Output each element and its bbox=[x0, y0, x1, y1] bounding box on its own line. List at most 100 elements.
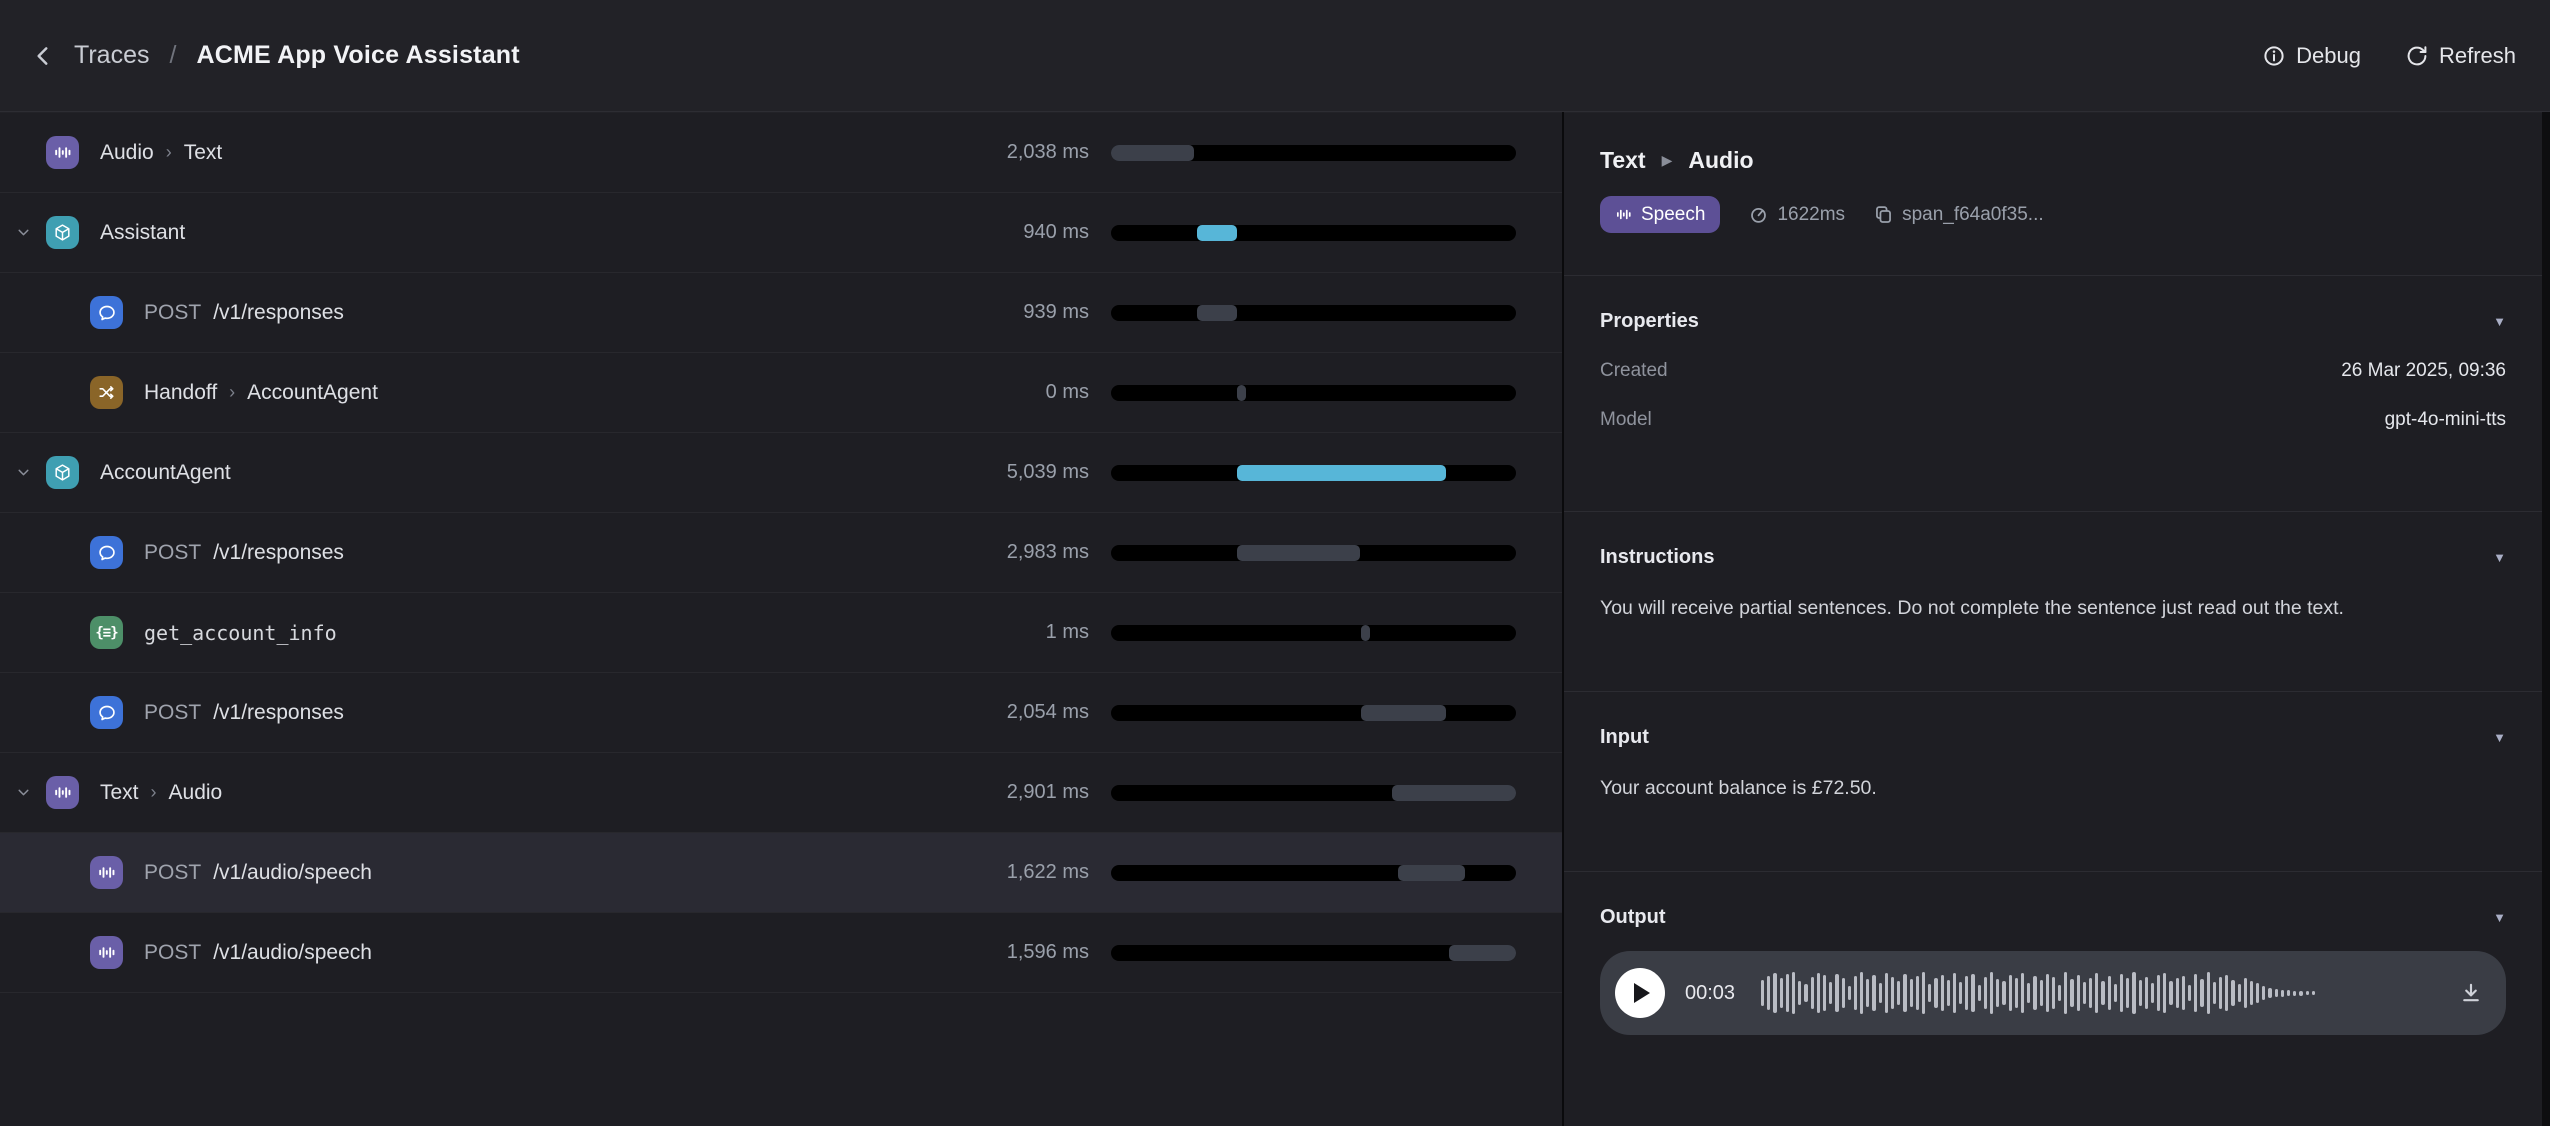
waveform-bar bbox=[1953, 973, 1956, 1013]
trace-span-row[interactable]: POST/v1/audio/speech1,596 ms bbox=[0, 913, 1562, 993]
span-duration-label: 2,901 ms bbox=[1007, 781, 1089, 804]
span-id-value: span_f64a0f35... bbox=[1902, 204, 2044, 226]
caret-spacer bbox=[0, 624, 90, 641]
scrollbar-track[interactable] bbox=[2542, 112, 2550, 1126]
waveform-bar bbox=[2015, 978, 2018, 1008]
audio-waveform[interactable] bbox=[1761, 965, 2432, 1021]
trace-span-row[interactable]: Assistant940 ms bbox=[0, 193, 1562, 273]
trace-span-row[interactable]: Audio›Text2,038 ms bbox=[0, 113, 1562, 193]
waveform-bar bbox=[1984, 977, 1987, 1009]
chevron-down-icon[interactable] bbox=[0, 464, 46, 481]
waveform-bar bbox=[1903, 974, 1906, 1012]
play-button[interactable] bbox=[1615, 968, 1665, 1018]
caret-spacer bbox=[0, 864, 90, 881]
properties-title: Properties bbox=[1600, 310, 1699, 333]
span-timeline-segment bbox=[1361, 625, 1370, 641]
waveform-bar bbox=[2108, 976, 2111, 1010]
breadcrumb-traces-link[interactable]: Traces bbox=[74, 41, 149, 70]
property-row-model: Model gpt-4o-mini-tts bbox=[1600, 409, 2506, 431]
span-timeline-segment bbox=[1197, 305, 1236, 321]
waveform-bar bbox=[2163, 973, 2166, 1013]
audio-time: 00:03 bbox=[1685, 982, 1735, 1005]
trace-span-row[interactable]: Handoff›AccountAgent0 ms bbox=[0, 353, 1562, 433]
trace-span-row[interactable]: AccountAgent5,039 ms bbox=[0, 433, 1562, 513]
waveform-bar bbox=[1910, 979, 1913, 1007]
input-title: Input bbox=[1600, 726, 1649, 749]
span-timeline-segment bbox=[1237, 385, 1246, 401]
agent-icon bbox=[46, 216, 79, 249]
chevron-left-icon bbox=[30, 43, 56, 69]
chat-icon bbox=[90, 696, 123, 729]
collapse-caret-icon[interactable]: ▼ bbox=[2493, 550, 2506, 565]
waveform-bar bbox=[2231, 980, 2234, 1006]
download-button[interactable] bbox=[2458, 980, 2484, 1006]
trace-span-row[interactable]: {≡}get_account_info1 ms bbox=[0, 593, 1562, 673]
waveform-bar bbox=[1959, 982, 1962, 1004]
waveform-bar bbox=[2120, 974, 2123, 1012]
collapse-caret-icon[interactable]: ▼ bbox=[2493, 910, 2506, 925]
back-button[interactable] bbox=[26, 39, 60, 73]
span-label: Assistant bbox=[100, 221, 185, 245]
waveform-bar bbox=[2002, 981, 2005, 1005]
top-header: Traces / ACME App Voice Assistant Debug … bbox=[0, 0, 2550, 112]
waveform-bar bbox=[2238, 984, 2241, 1002]
waveform-bar bbox=[2145, 977, 2148, 1009]
span-id[interactable]: span_f64a0f35... bbox=[1873, 204, 2044, 226]
property-value: gpt-4o-mini-tts bbox=[2385, 409, 2506, 431]
span-timeline-track bbox=[1111, 785, 1516, 801]
span-timeline-segment bbox=[1111, 145, 1194, 161]
trace-span-row[interactable]: POST/v1/responses2,983 ms bbox=[0, 513, 1562, 593]
span-label: POST/v1/audio/speech bbox=[144, 861, 372, 885]
chat-icon bbox=[90, 296, 123, 329]
instructions-section: Instructions ▼ You will receive partial … bbox=[1564, 511, 2542, 691]
debug-button[interactable]: Debug bbox=[2262, 43, 2361, 69]
waveform-bar bbox=[2070, 979, 2073, 1007]
chat-icon bbox=[90, 536, 123, 569]
waveform-bar bbox=[2157, 975, 2160, 1011]
property-label: Model bbox=[1600, 409, 1652, 431]
collapse-caret-icon[interactable]: ▼ bbox=[2493, 730, 2506, 745]
waveform-bar bbox=[1829, 982, 1832, 1004]
waveform-bar bbox=[2052, 977, 2055, 1009]
waveform-bar bbox=[1854, 976, 1857, 1010]
waveform-bar bbox=[1916, 976, 1919, 1010]
chevron-down-icon[interactable] bbox=[0, 224, 46, 241]
waveform-bar bbox=[2139, 980, 2142, 1006]
waveform-bar bbox=[2312, 991, 2315, 995]
span-label: Text›Audio bbox=[100, 781, 222, 805]
waveform-bar bbox=[2200, 979, 2203, 1007]
trace-span-row[interactable]: Text›Audio 2,901 ms bbox=[0, 753, 1562, 833]
waveform-bar bbox=[1971, 974, 1974, 1012]
span-duration-label: 2,038 ms bbox=[1007, 141, 1089, 164]
trace-span-row[interactable]: POST/v1/responses2,054 ms bbox=[0, 673, 1562, 753]
waveform-bar bbox=[2151, 983, 2154, 1003]
waveform-bar bbox=[2262, 986, 2265, 1000]
span-timeline-segment bbox=[1237, 465, 1446, 481]
gauge-icon bbox=[1748, 204, 1769, 225]
caret-spacer bbox=[0, 944, 90, 961]
span-duration-label: 1,622 ms bbox=[1007, 861, 1089, 884]
waveform-bar bbox=[1767, 976, 1770, 1010]
arrow-separator: › bbox=[151, 782, 157, 803]
trace-span-row[interactable]: POST/v1/audio/speech 1,622 ms bbox=[0, 833, 1562, 913]
waveform-bar bbox=[2083, 982, 2086, 1004]
play-icon bbox=[1634, 983, 1650, 1003]
refresh-button[interactable]: Refresh bbox=[2405, 43, 2516, 69]
arrow-separator: › bbox=[229, 382, 235, 403]
span-timeline-segment bbox=[1449, 945, 1516, 961]
span-label: POST/v1/responses bbox=[144, 301, 344, 325]
waveform-bar bbox=[1842, 978, 1845, 1008]
collapse-caret-icon[interactable]: ▼ bbox=[2493, 314, 2506, 329]
chevron-down-icon[interactable] bbox=[0, 784, 46, 801]
audio-player: 00:03 bbox=[1600, 951, 2506, 1035]
debug-label: Debug bbox=[2296, 43, 2361, 69]
waveform-bar bbox=[2089, 978, 2092, 1008]
waveform-bar bbox=[1773, 973, 1776, 1013]
output-section: Output ▼ 00:03 bbox=[1564, 871, 2542, 1035]
span-duration-label: 5,039 ms bbox=[1007, 461, 1089, 484]
trace-span-row[interactable]: POST/v1/responses939 ms bbox=[0, 273, 1562, 353]
span-timeline-segment bbox=[1398, 865, 1465, 881]
speech-type-badge: Speech bbox=[1600, 196, 1720, 233]
waveform-bar bbox=[2114, 984, 2117, 1002]
property-label: Created bbox=[1600, 360, 1668, 382]
